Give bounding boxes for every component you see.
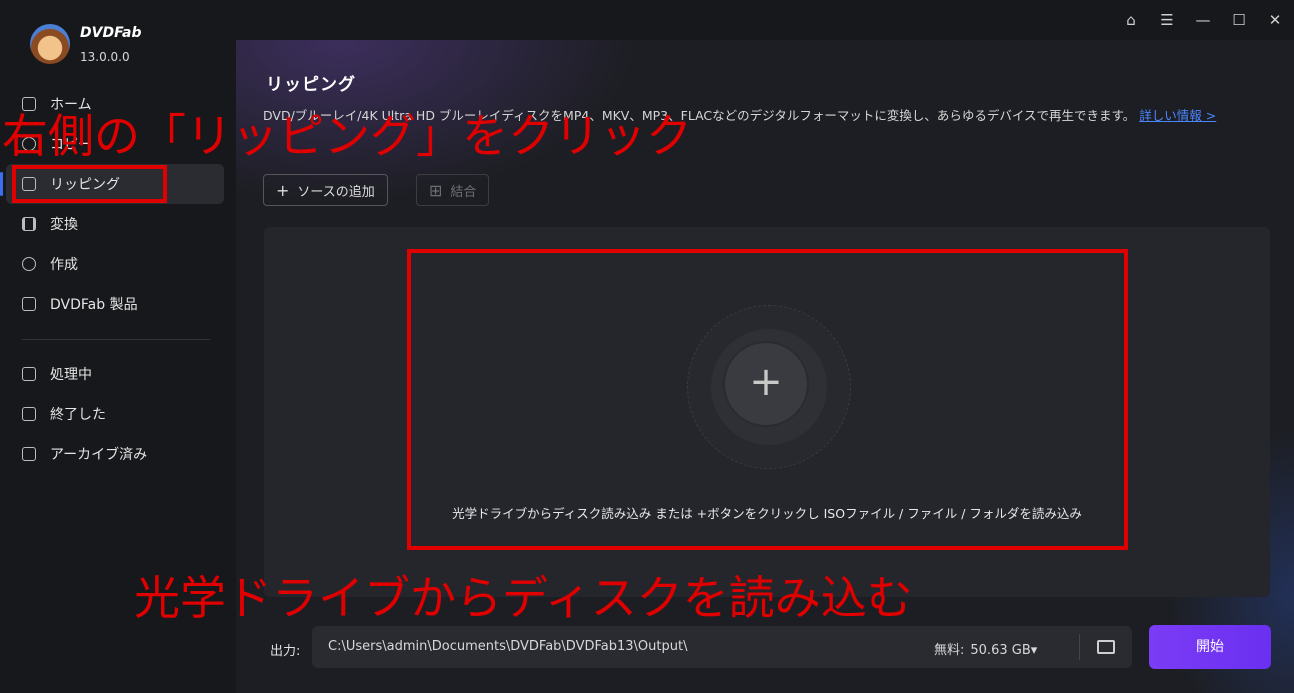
title-bar: ⌂ ☰ — ☐ ✕: [236, 0, 1294, 40]
more-info-link[interactable]: 詳しい情報 >: [1139, 108, 1216, 123]
sidebar-item-label: アーカイブ済み: [50, 447, 148, 463]
annotation-box-dropzone: [407, 249, 1128, 550]
output-label: 出力:: [270, 644, 301, 659]
free-space-label: 無料:: [934, 643, 965, 658]
output-path: C:\Users\admin\Documents\DVDFab\DVDFab13…: [328, 639, 688, 654]
sidebar-item-finished[interactable]: 終了した: [6, 394, 224, 434]
sidebar-divider: [22, 339, 210, 340]
maximize-icon[interactable]: ☐: [1228, 9, 1250, 31]
menu-icon[interactable]: ☰: [1156, 9, 1178, 31]
merge-icon: ⊞: [429, 180, 443, 200]
close-icon[interactable]: ✕: [1264, 9, 1286, 31]
app-version: 13.0.0.0: [80, 50, 130, 64]
sidebar-item-convert[interactable]: 変換: [6, 204, 224, 244]
annotation-top-text: 右側の「リッピング」をクリック: [2, 109, 692, 163]
page-title: リッピング: [266, 75, 356, 95]
sidebar-item-archived[interactable]: アーカイブ済み: [6, 434, 224, 474]
list-icon: [22, 367, 36, 381]
clipboard-check-icon: [22, 407, 36, 421]
sidebar-item-label: 変換: [50, 217, 78, 233]
sidebar-item-processing[interactable]: 処理中: [6, 354, 224, 394]
sidebar-item-label: 作成: [50, 257, 78, 273]
add-source-button[interactable]: + ソースの追加: [263, 174, 388, 206]
disc-icon: [22, 257, 36, 271]
free-space-value: 50.63 GB▾: [970, 643, 1038, 658]
archive-icon: [22, 447, 36, 461]
box-icon: [22, 297, 36, 311]
folder-icon[interactable]: [1097, 640, 1115, 654]
minimize-icon[interactable]: —: [1192, 9, 1214, 31]
annotation-bottom-text: 光学ドライブからディスクを読み込む: [134, 571, 913, 625]
sidebar-item-label: 処理中: [50, 367, 92, 383]
sidebar-item-create[interactable]: 作成: [6, 244, 224, 284]
app-brand: DVDFab: [80, 25, 142, 41]
film-icon: [22, 217, 36, 231]
free-space[interactable]: 無料: 50.63 GB▾: [934, 639, 1037, 658]
app-logo: [30, 24, 70, 64]
sidebar-item-label: DVDFab 製品: [50, 297, 138, 313]
annotation-box-ripping: [12, 165, 167, 203]
sidebar-item-label: 終了した: [50, 407, 106, 423]
shirt-icon[interactable]: ⌂: [1120, 9, 1142, 31]
output-divider: [1079, 634, 1080, 660]
start-button[interactable]: 開始: [1149, 625, 1271, 669]
merge-button[interactable]: ⊞ 結合: [416, 174, 490, 206]
merge-label: 結合: [450, 184, 477, 200]
plus-icon: +: [276, 180, 290, 200]
add-source-label: ソースの追加: [297, 184, 375, 200]
output-path-field[interactable]: C:\Users\admin\Documents\DVDFab\DVDFab13…: [312, 626, 1132, 668]
sidebar-item-products[interactable]: DVDFab 製品: [6, 284, 224, 324]
